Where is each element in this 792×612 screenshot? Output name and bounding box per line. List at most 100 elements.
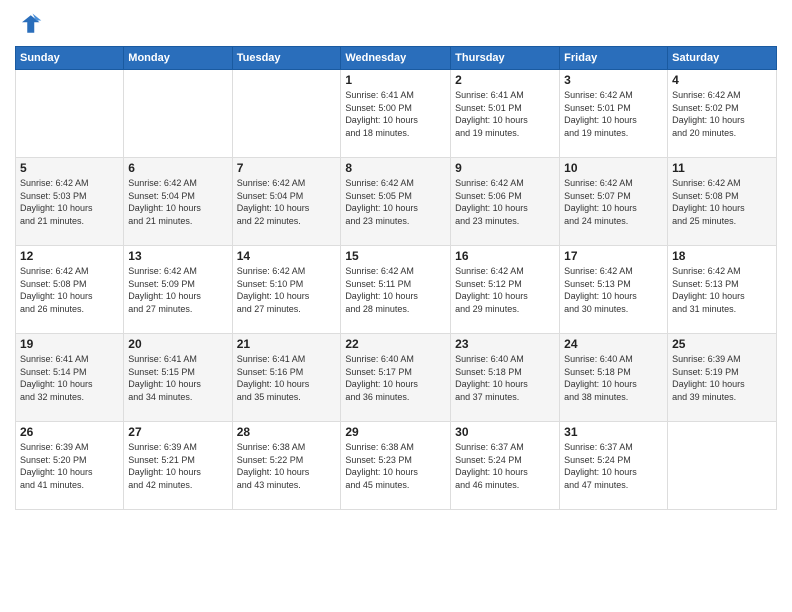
day-info: Sunrise: 6:41 AM Sunset: 5:14 PM Dayligh… [20, 353, 119, 403]
day-number: 3 [564, 73, 663, 87]
day-info: Sunrise: 6:42 AM Sunset: 5:11 PM Dayligh… [345, 265, 446, 315]
day-number: 8 [345, 161, 446, 175]
weekday-header-cell: Thursday [451, 47, 560, 70]
calendar-week-row: 12 Sunrise: 6:42 AM Sunset: 5:08 PM Dayli… [16, 246, 777, 334]
calendar-cell: 10 Sunrise: 6:42 AM Sunset: 5:07 PM Dayli… [560, 158, 668, 246]
calendar-cell: 27 Sunrise: 6:39 AM Sunset: 5:21 PM Dayli… [124, 422, 232, 510]
day-number: 22 [345, 337, 446, 351]
calendar-cell: 16 Sunrise: 6:42 AM Sunset: 5:12 PM Dayli… [451, 246, 560, 334]
weekday-header-row: SundayMondayTuesdayWednesdayThursdayFrid… [16, 47, 777, 70]
day-info: Sunrise: 6:42 AM Sunset: 5:02 PM Dayligh… [672, 89, 772, 139]
day-number: 6 [128, 161, 227, 175]
day-number: 27 [128, 425, 227, 439]
weekday-header-cell: Tuesday [232, 47, 341, 70]
calendar-cell: 26 Sunrise: 6:39 AM Sunset: 5:20 PM Dayli… [16, 422, 124, 510]
day-info: Sunrise: 6:42 AM Sunset: 5:07 PM Dayligh… [564, 177, 663, 227]
weekday-header-cell: Wednesday [341, 47, 451, 70]
day-number: 21 [237, 337, 337, 351]
calendar-cell: 6 Sunrise: 6:42 AM Sunset: 5:04 PM Daylig… [124, 158, 232, 246]
day-info: Sunrise: 6:42 AM Sunset: 5:06 PM Dayligh… [455, 177, 555, 227]
day-number: 23 [455, 337, 555, 351]
calendar-cell: 25 Sunrise: 6:39 AM Sunset: 5:19 PM Dayli… [668, 334, 777, 422]
day-info: Sunrise: 6:42 AM Sunset: 5:01 PM Dayligh… [564, 89, 663, 139]
day-number: 12 [20, 249, 119, 263]
day-info: Sunrise: 6:42 AM Sunset: 5:10 PM Dayligh… [237, 265, 337, 315]
day-info: Sunrise: 6:42 AM Sunset: 5:04 PM Dayligh… [237, 177, 337, 227]
weekday-header-cell: Monday [124, 47, 232, 70]
day-info: Sunrise: 6:37 AM Sunset: 5:24 PM Dayligh… [455, 441, 555, 491]
day-number: 18 [672, 249, 772, 263]
calendar-cell: 21 Sunrise: 6:41 AM Sunset: 5:16 PM Dayli… [232, 334, 341, 422]
day-number: 9 [455, 161, 555, 175]
header [15, 10, 777, 38]
calendar-cell: 14 Sunrise: 6:42 AM Sunset: 5:10 PM Dayli… [232, 246, 341, 334]
day-number: 10 [564, 161, 663, 175]
day-number: 16 [455, 249, 555, 263]
day-info: Sunrise: 6:40 AM Sunset: 5:17 PM Dayligh… [345, 353, 446, 403]
day-number: 28 [237, 425, 337, 439]
calendar-cell: 17 Sunrise: 6:42 AM Sunset: 5:13 PM Dayli… [560, 246, 668, 334]
calendar-body: 1 Sunrise: 6:41 AM Sunset: 5:00 PM Daylig… [16, 70, 777, 510]
day-number: 15 [345, 249, 446, 263]
calendar-cell: 18 Sunrise: 6:42 AM Sunset: 5:13 PM Dayli… [668, 246, 777, 334]
day-number: 26 [20, 425, 119, 439]
day-info: Sunrise: 6:42 AM Sunset: 5:04 PM Dayligh… [128, 177, 227, 227]
weekday-header-cell: Sunday [16, 47, 124, 70]
day-number: 20 [128, 337, 227, 351]
day-info: Sunrise: 6:42 AM Sunset: 5:03 PM Dayligh… [20, 177, 119, 227]
calendar-cell [124, 70, 232, 158]
day-number: 17 [564, 249, 663, 263]
day-number: 24 [564, 337, 663, 351]
calendar-cell: 31Sunrise: 6:37 AM Sunset: 5:24 PM Dayli… [560, 422, 668, 510]
day-number: 25 [672, 337, 772, 351]
calendar-cell: 2 Sunrise: 6:41 AM Sunset: 5:01 PM Daylig… [451, 70, 560, 158]
day-info: Sunrise: 6:41 AM Sunset: 5:15 PM Dayligh… [128, 353, 227, 403]
calendar-cell: 22 Sunrise: 6:40 AM Sunset: 5:17 PM Dayli… [341, 334, 451, 422]
calendar-cell [232, 70, 341, 158]
day-info: Sunrise: 6:38 AM Sunset: 5:22 PM Dayligh… [237, 441, 337, 491]
day-info: Sunrise: 6:39 AM Sunset: 5:21 PM Dayligh… [128, 441, 227, 491]
day-number: 11 [672, 161, 772, 175]
day-info: Sunrise: 6:42 AM Sunset: 5:12 PM Dayligh… [455, 265, 555, 315]
day-number: 19 [20, 337, 119, 351]
calendar-cell: 11Sunrise: 6:42 AM Sunset: 5:08 PM Dayli… [668, 158, 777, 246]
calendar-cell: 4Sunrise: 6:42 AM Sunset: 5:02 PM Daylig… [668, 70, 777, 158]
calendar-cell: 30 Sunrise: 6:37 AM Sunset: 5:24 PM Dayli… [451, 422, 560, 510]
day-info: Sunrise: 6:42 AM Sunset: 5:13 PM Dayligh… [564, 265, 663, 315]
day-info: Sunrise: 6:41 AM Sunset: 5:01 PM Dayligh… [455, 89, 555, 139]
day-info: Sunrise: 6:42 AM Sunset: 5:09 PM Dayligh… [128, 265, 227, 315]
calendar-cell: 13 Sunrise: 6:42 AM Sunset: 5:09 PM Dayli… [124, 246, 232, 334]
logo [15, 10, 47, 38]
day-info: Sunrise: 6:42 AM Sunset: 5:08 PM Dayligh… [20, 265, 119, 315]
day-info: Sunrise: 6:40 AM Sunset: 5:18 PM Dayligh… [455, 353, 555, 403]
calendar-week-row: 26 Sunrise: 6:39 AM Sunset: 5:20 PM Dayli… [16, 422, 777, 510]
day-number: 31 [564, 425, 663, 439]
calendar-cell [16, 70, 124, 158]
calendar-cell: 9 Sunrise: 6:42 AM Sunset: 5:06 PM Daylig… [451, 158, 560, 246]
calendar-week-row: 1 Sunrise: 6:41 AM Sunset: 5:00 PM Daylig… [16, 70, 777, 158]
day-number: 2 [455, 73, 555, 87]
calendar-week-row: 5Sunrise: 6:42 AM Sunset: 5:03 PM Daylig… [16, 158, 777, 246]
day-number: 7 [237, 161, 337, 175]
calendar-cell: 20 Sunrise: 6:41 AM Sunset: 5:15 PM Dayli… [124, 334, 232, 422]
day-info: Sunrise: 6:39 AM Sunset: 5:20 PM Dayligh… [20, 441, 119, 491]
weekday-header-cell: Saturday [668, 47, 777, 70]
calendar-cell: 24 Sunrise: 6:40 AM Sunset: 5:18 PM Dayli… [560, 334, 668, 422]
calendar-cell: 7 Sunrise: 6:42 AM Sunset: 5:04 PM Daylig… [232, 158, 341, 246]
calendar-cell: 12 Sunrise: 6:42 AM Sunset: 5:08 PM Dayli… [16, 246, 124, 334]
day-info: Sunrise: 6:41 AM Sunset: 5:00 PM Dayligh… [345, 89, 446, 139]
day-number: 30 [455, 425, 555, 439]
day-number: 13 [128, 249, 227, 263]
day-number: 1 [345, 73, 446, 87]
calendar-cell: 8Sunrise: 6:42 AM Sunset: 5:05 PM Daylig… [341, 158, 451, 246]
day-info: Sunrise: 6:39 AM Sunset: 5:19 PM Dayligh… [672, 353, 772, 403]
day-info: Sunrise: 6:40 AM Sunset: 5:18 PM Dayligh… [564, 353, 663, 403]
weekday-header-cell: Friday [560, 47, 668, 70]
calendar-cell: 1 Sunrise: 6:41 AM Sunset: 5:00 PM Daylig… [341, 70, 451, 158]
day-info: Sunrise: 6:42 AM Sunset: 5:13 PM Dayligh… [672, 265, 772, 315]
day-number: 14 [237, 249, 337, 263]
day-info: Sunrise: 6:41 AM Sunset: 5:16 PM Dayligh… [237, 353, 337, 403]
calendar-table: SundayMondayTuesdayWednesdayThursdayFrid… [15, 46, 777, 510]
calendar-cell: 15 Sunrise: 6:42 AM Sunset: 5:11 PM Dayli… [341, 246, 451, 334]
calendar-cell: 29Sunrise: 6:38 AM Sunset: 5:23 PM Dayli… [341, 422, 451, 510]
